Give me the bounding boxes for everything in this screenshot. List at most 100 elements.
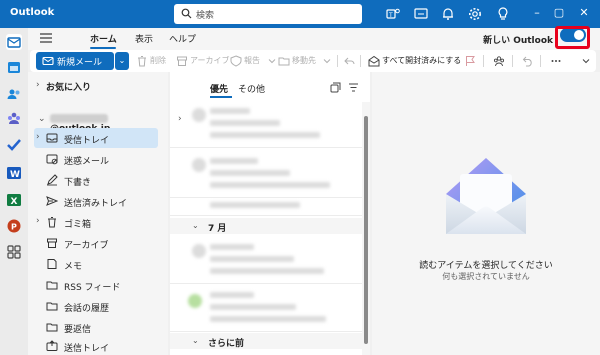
report-icon[interactable] <box>230 55 242 67</box>
teams-icon[interactable]: T <box>385 6 401 22</box>
folder-label: 送信済みトレイ <box>64 199 128 209</box>
title-bar: Outlook 検索 T – ▢ ✕ <box>0 0 600 28</box>
folder-archive[interactable]: アーカイブ <box>34 233 158 253</box>
folder-label: 要返信 <box>64 325 92 335</box>
toolbar-divider <box>512 55 513 67</box>
excel-app-icon[interactable]: X <box>6 192 22 208</box>
flag-icon[interactable] <box>464 55 476 67</box>
folder-label: RSS フィード <box>64 283 121 293</box>
folder-rss[interactable]: RSS フィード <box>34 275 158 295</box>
folder-icon <box>46 281 58 290</box>
folder-deleted[interactable]: › ゴミ箱 <box>34 212 158 232</box>
move-icon[interactable] <box>278 55 290 67</box>
search-input[interactable]: 検索 <box>196 8 214 21</box>
filter-icon[interactable] <box>348 82 359 93</box>
word-app-icon[interactable]: W <box>6 165 22 181</box>
inbox-icon <box>46 133 58 143</box>
folder-label: メモ <box>64 262 83 272</box>
calendar-app-icon[interactable] <box>6 59 22 75</box>
delete-icon[interactable] <box>136 55 148 67</box>
whiteboard-icon[interactable] <box>413 6 429 22</box>
close-button[interactable]: ✕ <box>576 5 592 21</box>
more-apps-icon[interactable] <box>6 244 22 260</box>
minimize-button[interactable]: – <box>529 5 545 21</box>
folder-reply-needed[interactable]: 要返信 <box>34 317 158 337</box>
favorites-heading[interactable]: お気に入り <box>46 80 91 93</box>
move-dropdown-icon[interactable] <box>321 55 333 67</box>
collapse-ribbon-icon[interactable] <box>580 55 592 67</box>
send-icon <box>46 196 58 206</box>
folder-notes[interactable]: メモ <box>34 254 158 274</box>
folder-conversation-history[interactable]: 会話の履歴 <box>34 296 158 316</box>
folder-sent[interactable]: 送信済みトレイ <box>34 191 158 211</box>
search-box[interactable]: 検索 <box>174 4 362 24</box>
tab-view[interactable]: 表示 <box>135 32 153 45</box>
command-toolbar: 新規メール ⌄ 削除 アーカイブ 報告 移動先 すべて開封済みにする <box>30 50 596 72</box>
report-dropdown-icon[interactable] <box>266 55 278 67</box>
search-icon <box>181 8 192 19</box>
tab-home[interactable]: ホーム <box>90 32 117 45</box>
powerpoint-app-icon[interactable]: P <box>6 218 22 234</box>
sender-avatar <box>192 108 206 122</box>
bell-icon[interactable] <box>440 6 456 22</box>
message-item[interactable] <box>170 284 362 332</box>
chevron-right-icon[interactable]: › <box>36 80 40 90</box>
chevron-right-icon[interactable]: › <box>36 132 40 142</box>
select-mode-icon[interactable] <box>330 82 341 93</box>
chevron-right-icon[interactable]: › <box>178 114 182 124</box>
group-header[interactable]: ⌄ 7 月 <box>170 218 362 234</box>
tab-focused[interactable]: 優先 <box>210 82 228 95</box>
folder-icon <box>46 323 58 332</box>
mail-app-icon[interactable] <box>6 34 22 50</box>
todo-app-icon[interactable] <box>6 137 22 153</box>
message-item[interactable] <box>170 198 362 216</box>
new-mail-button[interactable]: 新規メール <box>36 52 114 70</box>
group-label: 7 月 <box>208 224 227 234</box>
blurred-text <box>210 292 254 298</box>
folder-outbox[interactable]: 送信トレイ <box>34 336 158 355</box>
tab-help[interactable]: ヘルプ <box>169 32 196 45</box>
blurred-text <box>210 316 326 322</box>
groups-icon[interactable] <box>493 55 505 67</box>
blurred-text <box>210 120 280 126</box>
chevron-right-icon[interactable]: › <box>36 216 40 226</box>
groups-app-icon[interactable] <box>6 110 22 126</box>
highlight-annotation <box>555 26 590 49</box>
message-item[interactable] <box>170 150 362 198</box>
message-item[interactable]: › <box>170 100 362 148</box>
active-list-tab-indicator <box>210 96 232 98</box>
report-button[interactable]: 報告 <box>244 55 260 66</box>
hamburger-icon[interactable] <box>40 33 52 43</box>
message-item[interactable] <box>170 236 362 284</box>
scrollbar-thumb[interactable] <box>364 116 368 344</box>
envelope-open-icon[interactable] <box>368 55 380 67</box>
lightbulb-icon[interactable] <box>495 6 511 22</box>
folder-label: アーカイブ <box>64 241 109 251</box>
tab-other[interactable]: その他 <box>238 82 265 95</box>
archive-button[interactable]: アーカイブ <box>190 55 230 66</box>
group-header[interactable]: ⌄ さらに前 <box>170 333 362 349</box>
move-button[interactable]: 移動先 <box>292 55 316 66</box>
chevron-down-icon[interactable]: ⌄ <box>38 114 46 124</box>
new-mail-dropdown[interactable]: ⌄ <box>115 52 129 70</box>
trash-icon <box>48 217 56 228</box>
folder-label: 送信トレイ <box>64 344 110 354</box>
folder-junk[interactable]: 迷惑メール <box>34 149 158 169</box>
archive-icon[interactable] <box>176 55 188 67</box>
mark-all-read-button[interactable]: すべて開封済みにする <box>382 55 461 66</box>
svg-text:P: P <box>11 223 17 232</box>
maximize-button[interactable]: ▢ <box>551 5 567 21</box>
delete-button[interactable]: 削除 <box>150 55 166 66</box>
people-app-icon[interactable] <box>6 86 22 102</box>
sender-avatar <box>192 158 206 172</box>
sender-avatar <box>188 294 202 308</box>
folder-inbox[interactable]: › 受信トレイ <box>34 128 158 148</box>
undo-icon[interactable] <box>522 55 534 67</box>
gear-icon[interactable] <box>467 6 483 22</box>
redacted-account <box>50 114 108 123</box>
more-options-icon[interactable] <box>550 55 562 67</box>
folder-drafts[interactable]: 下書き <box>34 170 158 190</box>
sender-avatar <box>192 244 206 258</box>
reply-icon[interactable] <box>343 55 355 67</box>
toolbar-divider <box>540 55 541 67</box>
